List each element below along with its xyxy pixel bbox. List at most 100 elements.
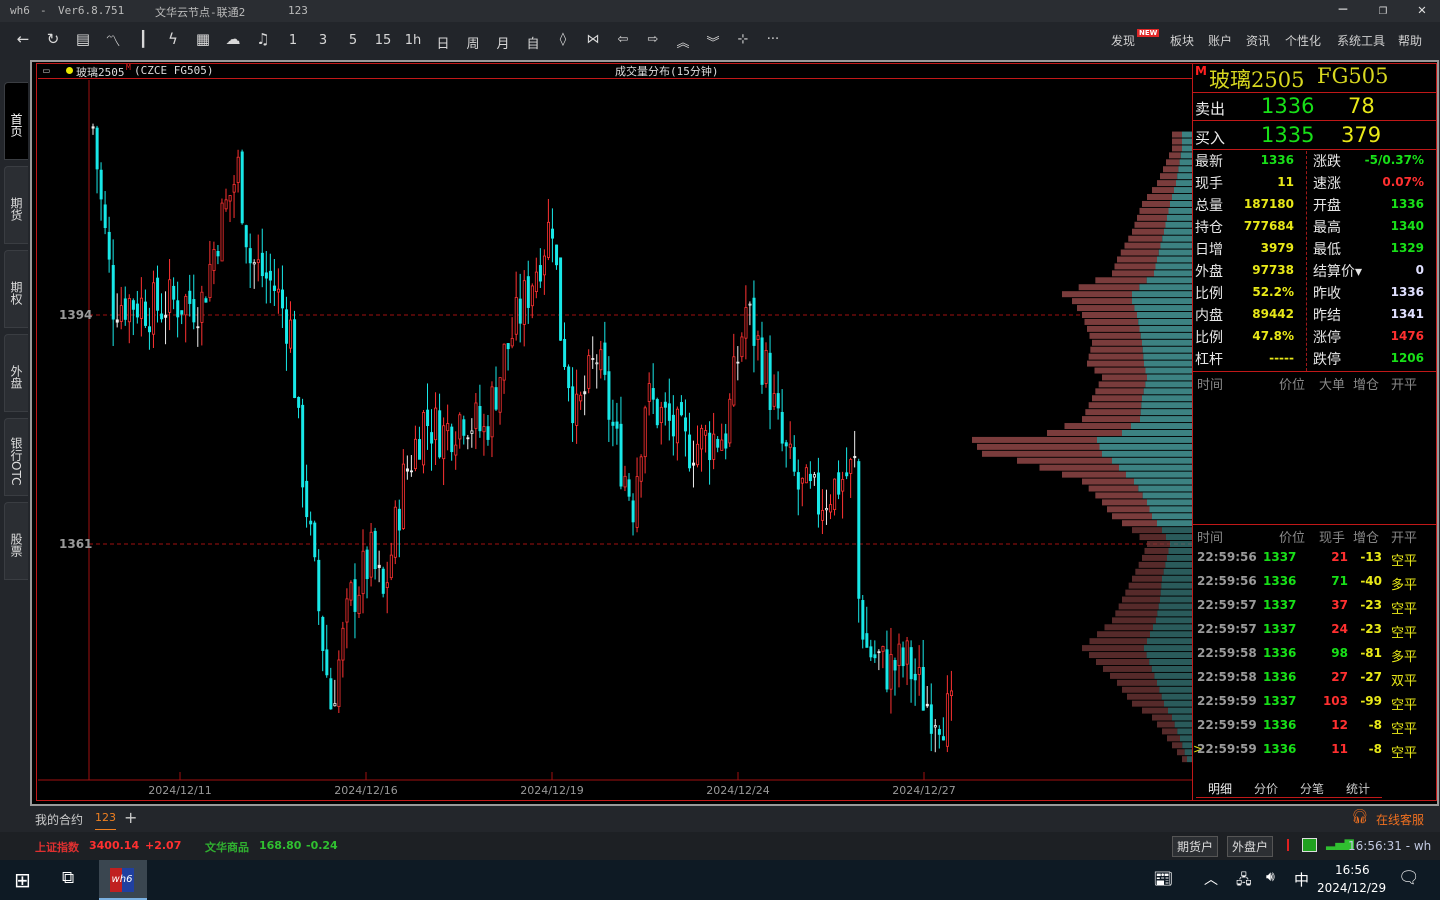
tick-type: 空平 bbox=[1391, 698, 1418, 713]
profile-buy-bar bbox=[1176, 180, 1192, 187]
notification-icon[interactable]: 🗨︎ bbox=[1398, 868, 1420, 888]
candle-down bbox=[172, 285, 176, 300]
profile-buy-bar bbox=[1158, 249, 1192, 256]
stat-value: 1340 bbox=[1390, 219, 1424, 233]
profile-sell-bar bbox=[1120, 249, 1159, 256]
profile-buy-bar bbox=[1149, 506, 1192, 513]
taskbar-app-wh6[interactable]: wh6 bbox=[99, 860, 147, 900]
candle-up bbox=[546, 221, 550, 258]
tick-row: >22:59:59 1336 11 -8 空平 bbox=[1193, 742, 1437, 764]
candle-down bbox=[538, 265, 542, 282]
detail-tab-3[interactable]: 统计 bbox=[1334, 780, 1382, 798]
bid-label: 买入 bbox=[1195, 129, 1226, 147]
profile-buy-bar bbox=[1153, 624, 1192, 631]
ask-price[interactable]: 1336 bbox=[1261, 94, 1314, 118]
candle-down bbox=[148, 326, 152, 333]
profile-buy-bar bbox=[1164, 700, 1192, 707]
bid-price[interactable]: 1335 bbox=[1261, 123, 1314, 147]
candle-up bbox=[700, 427, 704, 450]
candle-down bbox=[567, 366, 571, 389]
candle-up bbox=[788, 443, 792, 448]
candle-down bbox=[893, 660, 897, 671]
profile-buy-bar bbox=[1163, 568, 1192, 575]
foreign-account-button[interactable]: 外盘户 bbox=[1227, 836, 1274, 857]
candlestick-chart[interactable]: 1394 1361 2024/12/11 2024/12/16 2024/12/19 20… bbox=[0, 0, 1192, 800]
profile-buy-bar bbox=[1112, 457, 1192, 464]
profile-buy-bar bbox=[1143, 388, 1192, 395]
minimize-button[interactable]: ─ bbox=[1328, 2, 1358, 18]
candle-up bbox=[470, 430, 474, 434]
taskbar-date[interactable]: 2024/12/29 bbox=[1317, 881, 1386, 895]
profile-sell-bar bbox=[1085, 409, 1141, 416]
detail-tab-0[interactable]: 明细 bbox=[1196, 780, 1244, 798]
futures-account-button[interactable]: 期货户 bbox=[1172, 836, 1219, 857]
profile-buy-bar bbox=[1155, 263, 1192, 270]
online-service-link[interactable]: 在线客服 bbox=[1376, 811, 1424, 828]
profile-sell-bar bbox=[1082, 312, 1137, 318]
profile-buy-bar bbox=[1174, 187, 1192, 194]
candle-up bbox=[945, 693, 949, 747]
profile-buy-bar bbox=[1157, 610, 1192, 617]
candle-up bbox=[647, 383, 651, 402]
candle-up bbox=[458, 414, 462, 440]
detail-tab-1[interactable]: 分价 bbox=[1242, 780, 1290, 798]
candle-down bbox=[325, 649, 329, 676]
candle-down bbox=[313, 522, 317, 558]
windows-taskbar: ⊞ ⧉ wh6 📰︎ ︿ 🖧︎ 🔊︎ 中 16:56 2024/12/29 🗨︎ bbox=[0, 860, 1440, 900]
x-tick-label: 2024/12/11 bbox=[148, 784, 211, 797]
profile-sell-bar bbox=[1142, 707, 1168, 714]
candle-down bbox=[91, 126, 95, 129]
candle-down bbox=[551, 228, 555, 239]
chevron-up-icon[interactable]: ︿ bbox=[1204, 869, 1218, 889]
profile-sell-bar bbox=[1132, 527, 1162, 534]
ime-indicator[interactable]: 中 bbox=[1294, 869, 1309, 890]
tick-row: 22:59:57 1337 24 -23 空平 bbox=[1193, 622, 1437, 644]
profile-sell-bar bbox=[1112, 617, 1156, 624]
wh6-app-icon: wh6 bbox=[110, 868, 134, 892]
tick-row: 22:59:56 1337 21 -13 空平 bbox=[1193, 550, 1437, 572]
candle-down bbox=[913, 673, 917, 681]
profile-sell-bar bbox=[1152, 714, 1172, 721]
news-icon[interactable]: 📰︎ bbox=[1153, 869, 1173, 888]
menu-2[interactable]: 账户 bbox=[1208, 32, 1232, 49]
profile-buy-bar bbox=[1134, 305, 1192, 312]
network-icon[interactable]: 🖧︎ bbox=[1236, 869, 1252, 893]
menu-3[interactable]: 资讯 bbox=[1246, 32, 1270, 49]
candle-up bbox=[720, 439, 724, 451]
add-contract-button[interactable]: + bbox=[124, 808, 137, 827]
profile-buy-bar bbox=[1138, 485, 1192, 492]
tick-type: 空平 bbox=[1391, 626, 1418, 641]
menu-5[interactable]: 系统工具 bbox=[1337, 32, 1385, 49]
profile-sell-bar bbox=[1072, 298, 1132, 305]
profile-sell-bar bbox=[1089, 652, 1147, 659]
contract-tab-123[interactable]: 123 bbox=[95, 811, 116, 830]
ask-label: 卖出 bbox=[1195, 100, 1226, 118]
windows-start-icon[interactable]: ⊞ bbox=[14, 868, 31, 892]
profile-buy-bar bbox=[1134, 478, 1192, 485]
candle-up bbox=[152, 282, 156, 335]
candle-up bbox=[345, 598, 349, 623]
candle-down bbox=[180, 310, 184, 315]
maximize-button[interactable]: ❐ bbox=[1368, 2, 1398, 18]
tick-oi-change: -81 bbox=[1360, 646, 1382, 660]
menu-6[interactable]: 帮助 bbox=[1398, 32, 1422, 49]
volume-icon[interactable]: 🔊︎ bbox=[1266, 869, 1275, 885]
candle-up bbox=[256, 259, 260, 263]
taskbar-time[interactable]: 16:56 bbox=[1335, 863, 1370, 877]
candle-down bbox=[143, 301, 147, 326]
profile-sell-bar bbox=[1088, 353, 1144, 360]
stat-label: 日增 bbox=[1195, 242, 1223, 258]
candle-down bbox=[309, 520, 313, 525]
profile-sell-bar bbox=[1117, 679, 1157, 686]
task-view-icon[interactable]: ⧉ bbox=[62, 868, 74, 888]
profile-sell-bar bbox=[1132, 228, 1164, 235]
profile-buy-bar bbox=[1147, 638, 1192, 645]
detail-tab-2[interactable]: 分笔 bbox=[1288, 780, 1336, 798]
profile-buy-bar bbox=[1137, 312, 1192, 318]
candle-down bbox=[796, 472, 800, 490]
candle-down bbox=[123, 298, 127, 320]
candle-up bbox=[510, 337, 514, 347]
close-button[interactable]: ✕ bbox=[1407, 2, 1437, 18]
menu-4[interactable]: 个性化 bbox=[1285, 32, 1321, 49]
candle-down bbox=[937, 729, 941, 735]
